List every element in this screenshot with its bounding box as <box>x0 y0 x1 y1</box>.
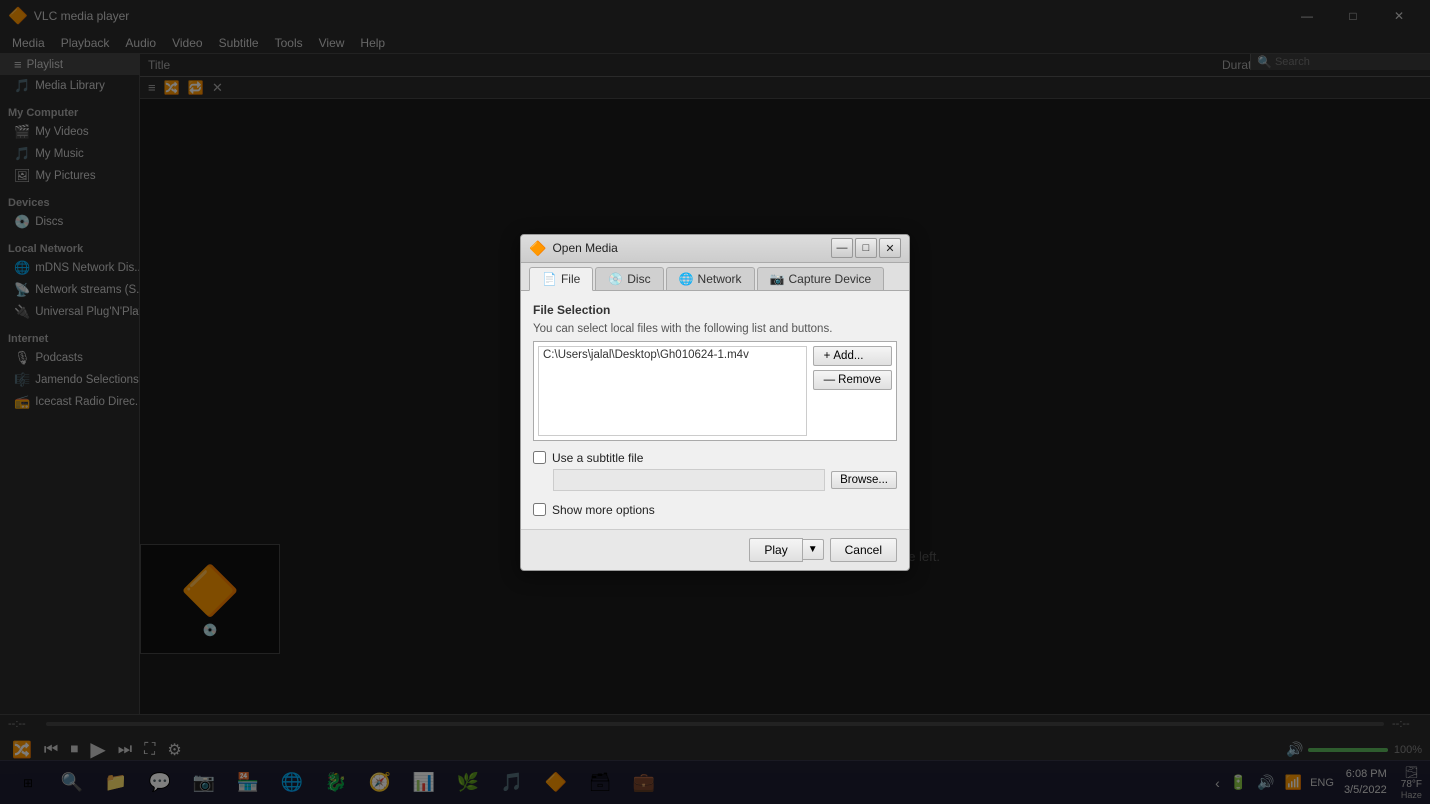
remove-icon: — <box>824 374 836 386</box>
dialog-title: Open Media <box>552 241 829 255</box>
show-more-checkbox[interactable] <box>533 503 546 516</box>
add-label: Add... <box>833 350 863 362</box>
file-selection-desc: You can select local files with the foll… <box>533 323 897 335</box>
open-media-dialog: 🔶 Open Media — □ ✕ 📄 File 💿 Disc 🌐 Netwo… <box>520 234 910 571</box>
subtitle-label: Use a subtitle file <box>552 451 643 465</box>
browse-button[interactable]: Browse... <box>831 471 897 489</box>
dialog-maximize-button[interactable]: □ <box>855 238 877 258</box>
tab-disc[interactable]: 💿 Disc <box>595 267 663 290</box>
file-path-entry: C:\Users\jalal\Desktop\Gh010624-1.m4v <box>543 349 802 361</box>
network-tab-icon: 🌐 <box>679 272 694 286</box>
tab-network[interactable]: 🌐 Network <box>666 267 755 290</box>
remove-label: Remove <box>838 374 881 386</box>
file-selection-label: File Selection <box>533 303 897 317</box>
show-more-label: Show more options <box>552 503 655 517</box>
subtitle-path-row: Browse... <box>553 469 897 491</box>
add-button[interactable]: + Add... <box>813 346 892 366</box>
add-icon: + <box>824 350 831 362</box>
cancel-button[interactable]: Cancel <box>830 538 897 562</box>
play-button-group: Play ▼ <box>749 538 823 562</box>
play-main-button[interactable]: Play <box>749 538 802 562</box>
disc-tab-icon: 💿 <box>608 272 623 286</box>
dialog-minimize-button[interactable]: — <box>831 238 853 258</box>
subtitle-section: Use a subtitle file Browse... <box>533 451 897 491</box>
tab-file[interactable]: 📄 File <box>529 267 593 291</box>
dialog-close-button[interactable]: ✕ <box>879 238 901 258</box>
disc-tab-label: Disc <box>627 272 650 286</box>
remove-button[interactable]: — Remove <box>813 370 892 390</box>
subtitle-path-input[interactable] <box>553 469 825 491</box>
file-tab-icon: 📄 <box>542 272 557 286</box>
play-dropdown-button[interactable]: ▼ <box>803 539 824 560</box>
file-buttons: + Add... — Remove <box>813 346 892 436</box>
modal-overlay: 🔶 Open Media — □ ✕ 📄 File 💿 Disc 🌐 Netwo… <box>0 0 1430 804</box>
capture-tab-label: Capture Device <box>789 272 872 286</box>
file-list-area[interactable]: C:\Users\jalal\Desktop\Gh010624-1.m4v <box>538 346 807 436</box>
subtitle-checkbox-row: Use a subtitle file <box>533 451 897 465</box>
tab-capture-device[interactable]: 📷 Capture Device <box>757 267 885 290</box>
file-selection-box: C:\Users\jalal\Desktop\Gh010624-1.m4v + … <box>533 341 897 441</box>
file-tab-label: File <box>561 272 580 286</box>
dialog-titlebar: 🔶 Open Media — □ ✕ <box>521 235 909 263</box>
dialog-icon: 🔶 <box>529 240 546 257</box>
capture-tab-icon: 📷 <box>770 272 785 286</box>
network-tab-label: Network <box>698 272 742 286</box>
subtitle-checkbox[interactable] <box>533 451 546 464</box>
more-options-row: Show more options <box>533 503 897 517</box>
dialog-body: File Selection You can select local file… <box>521 291 909 529</box>
dialog-footer: Play ▼ Cancel <box>521 529 909 570</box>
dialog-tabs: 📄 File 💿 Disc 🌐 Network 📷 Capture Device <box>521 263 909 291</box>
